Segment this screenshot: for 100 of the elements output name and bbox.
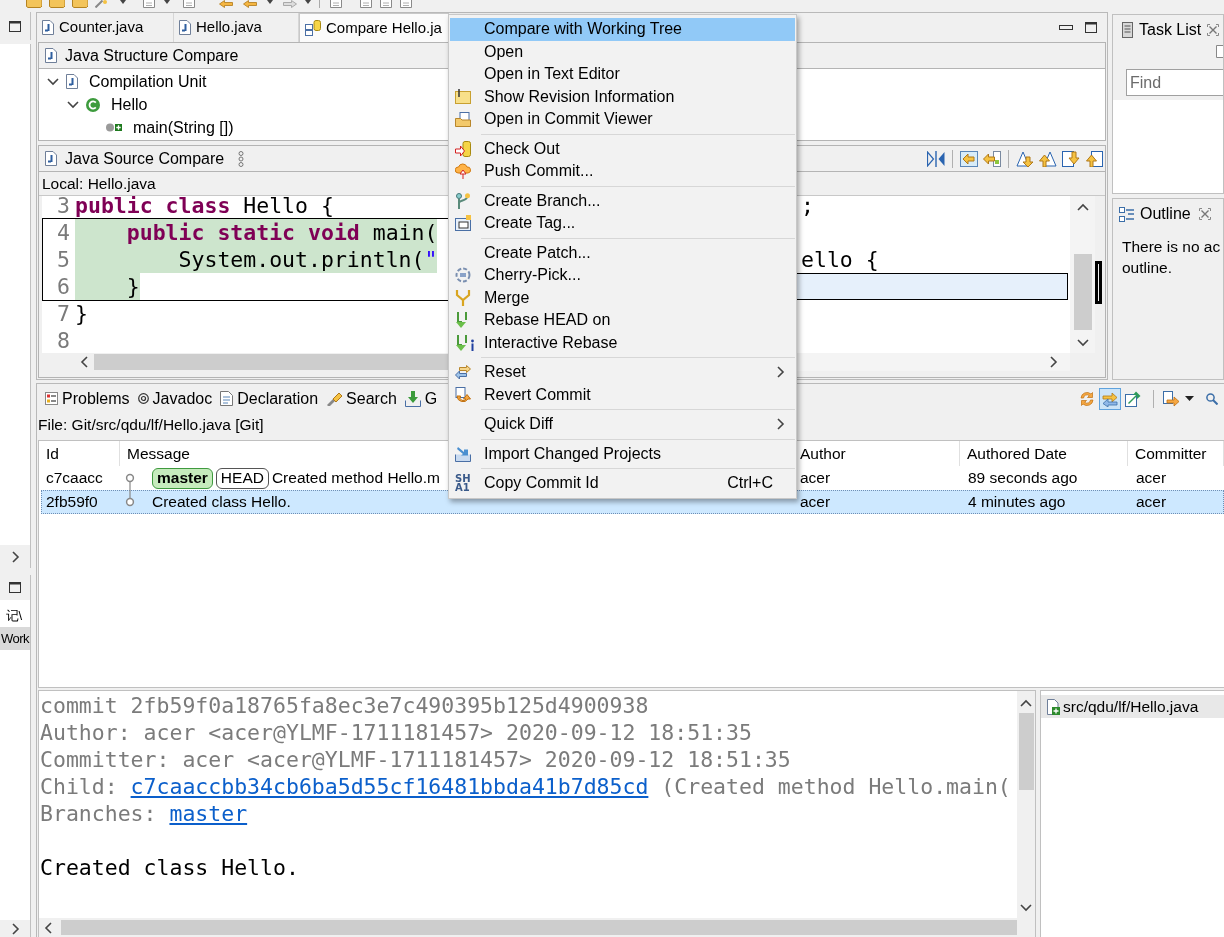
document-arrow-icon[interactable] bbox=[1163, 390, 1179, 407]
graph-node bbox=[125, 473, 135, 483]
menu-item[interactable]: Open in Commit Viewer bbox=[450, 108, 795, 131]
chevron-down-icon[interactable] bbox=[67, 100, 79, 109]
toggle-button[interactable] bbox=[1099, 387, 1121, 410]
view-tab[interactable]: Task List bbox=[1122, 18, 1202, 42]
triangle-arrow-icon[interactable] bbox=[1016, 150, 1034, 167]
chevron-down-icon[interactable] bbox=[1076, 339, 1089, 347]
list-item[interactable]: Work bbox=[0, 627, 30, 650]
triangle-arrow-icon[interactable] bbox=[1039, 150, 1057, 167]
document-icon[interactable] bbox=[1216, 45, 1223, 58]
commit-link[interactable]: c7caaccbb34cb6ba5d55cf16481bbda41b7d85cd bbox=[130, 774, 649, 799]
view-tab[interactable]: Declaration bbox=[220, 386, 327, 411]
document-icon[interactable] bbox=[143, 0, 155, 8]
two-triangles-icon[interactable] bbox=[927, 150, 945, 167]
menu-item[interactable]: Create Branch... bbox=[450, 189, 795, 212]
menu-item[interactable]: Show Revision Information bbox=[450, 85, 795, 108]
menu-item[interactable]: Merge bbox=[450, 286, 795, 309]
column-header[interactable]: Author bbox=[800, 441, 846, 466]
caret-down-icon[interactable] bbox=[164, 0, 170, 4]
file-item[interactable]: src/qdu/lf/Hello.java bbox=[1041, 695, 1224, 718]
view-tab[interactable]: Problems bbox=[45, 386, 138, 411]
close-icon[interactable] bbox=[1207, 24, 1220, 36]
menu-item[interactable]: Rebase HEAD on bbox=[450, 309, 795, 332]
caret-down-icon[interactable] bbox=[1185, 396, 1194, 401]
menu-item[interactable]: Create Patch... bbox=[450, 241, 795, 264]
notepad-icon bbox=[1122, 22, 1133, 38]
chevron-right-icon[interactable] bbox=[12, 922, 20, 935]
drag-handle-icon[interactable] bbox=[238, 150, 245, 167]
scrollbar-thumb[interactable] bbox=[61, 920, 1017, 935]
document-arrow-icon[interactable] bbox=[1085, 150, 1103, 167]
dot-plus-icon bbox=[106, 123, 122, 132]
column-header[interactable]: Authored Date bbox=[967, 441, 1067, 466]
view-tab[interactable]: Javadoc bbox=[137, 386, 221, 411]
list-item[interactable]: 记\ bbox=[0, 604, 30, 627]
maximize-icon[interactable] bbox=[1085, 22, 1097, 33]
menu-item[interactable]: Quick Diff bbox=[450, 413, 795, 436]
pane-label: Local: Hello.java bbox=[42, 173, 156, 194]
document-icon[interactable] bbox=[380, 0, 392, 8]
chevron-right-icon[interactable] bbox=[1050, 356, 1058, 368]
chevron-right-icon[interactable] bbox=[777, 418, 785, 431]
tree-item[interactable]: Compilation Unit bbox=[66, 69, 207, 94]
ref-badge: HEAD bbox=[215, 467, 269, 489]
column-header[interactable]: Committer bbox=[1135, 441, 1207, 466]
menu-item[interactable]: Reset bbox=[450, 361, 795, 384]
close-icon[interactable] bbox=[1198, 208, 1211, 220]
tree-item[interactable]: Hello bbox=[86, 92, 148, 117]
chevron-up-icon[interactable] bbox=[1076, 203, 1089, 211]
scrollbar-thumb[interactable] bbox=[1018, 713, 1034, 790]
menu-item[interactable]: Open in Text Editor bbox=[450, 63, 795, 86]
column-header[interactable]: Id bbox=[46, 441, 59, 466]
commit-link[interactable]: master bbox=[169, 801, 248, 826]
column-header[interactable]: Message bbox=[127, 441, 190, 466]
chevron-right-icon[interactable] bbox=[777, 366, 785, 379]
view-tab[interactable]: G bbox=[404, 386, 446, 411]
find-field[interactable]: Find bbox=[1126, 69, 1223, 96]
editor-tab[interactable]: Compare Hello.ja bbox=[299, 13, 449, 42]
menu-item[interactable]: Open bbox=[450, 40, 795, 63]
chevron-left-icon[interactable] bbox=[80, 356, 88, 368]
search-icon[interactable] bbox=[1206, 392, 1218, 405]
document-arrow-icon[interactable] bbox=[1062, 150, 1080, 167]
chevron-down-icon[interactable] bbox=[1020, 904, 1032, 912]
fork-icon bbox=[455, 289, 471, 306]
view-tab[interactable]: Search bbox=[326, 386, 405, 411]
arrow-document-icon[interactable] bbox=[960, 150, 978, 167]
commit-message: Created class Hello. bbox=[40, 854, 300, 881]
tray-arrow-icon bbox=[455, 445, 471, 462]
menu-item[interactable]: Interactive Rebase bbox=[450, 331, 795, 354]
maximize-icon[interactable] bbox=[9, 20, 21, 32]
line-number: 8 bbox=[56, 327, 71, 353]
document-icon[interactable] bbox=[183, 0, 195, 8]
arrow-left-icon[interactable] bbox=[219, 0, 233, 8]
maximize-icon[interactable] bbox=[9, 582, 21, 593]
menu-item[interactable]: Revert Commit bbox=[450, 383, 795, 406]
scrollbar-thumb[interactable] bbox=[1073, 254, 1092, 330]
menu-item[interactable]: Push Commit... bbox=[450, 160, 795, 183]
document-icon[interactable] bbox=[400, 0, 412, 8]
menu-item[interactable]: Import Changed Projects bbox=[450, 442, 795, 465]
chevron-down-icon[interactable] bbox=[47, 77, 59, 86]
menu-item[interactable]: Create Tag... bbox=[450, 212, 795, 235]
view-tab[interactable]: Outline bbox=[1119, 202, 1191, 226]
graph-node bbox=[125, 497, 135, 507]
document-icon[interactable] bbox=[360, 0, 372, 8]
wand-icon[interactable] bbox=[95, 0, 107, 8]
menu-item[interactable]: Check Out bbox=[450, 137, 795, 160]
caret-down-icon[interactable] bbox=[120, 0, 126, 4]
chevron-right-icon[interactable] bbox=[12, 550, 20, 563]
commit-message: Created method Hello.m bbox=[271, 468, 440, 489]
tree-item[interactable]: main(String []) bbox=[106, 115, 234, 140]
chevron-left-icon[interactable] bbox=[44, 921, 52, 934]
arrow-left-icon[interactable] bbox=[243, 0, 257, 8]
code-line: ; bbox=[801, 196, 814, 219]
menu-item[interactable]: Cherry-Pick... bbox=[450, 264, 795, 287]
chevron-up-icon[interactable] bbox=[1020, 699, 1032, 707]
menu-item[interactable]: Compare with Working Tree bbox=[450, 18, 795, 41]
minimize-icon[interactable] bbox=[1059, 25, 1073, 30]
caret-down-icon[interactable] bbox=[305, 0, 311, 4]
document-icon[interactable] bbox=[330, 0, 342, 8]
arrow-document-icon[interactable] bbox=[983, 150, 1001, 167]
caret-down-icon[interactable] bbox=[267, 0, 273, 4]
